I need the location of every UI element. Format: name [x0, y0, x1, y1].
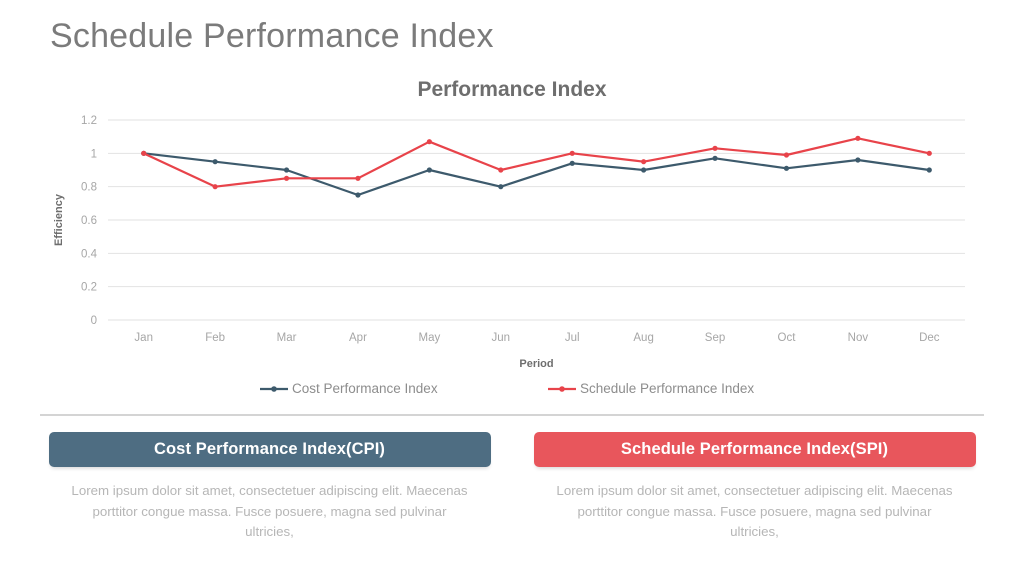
page-title: Schedule Performance Index	[50, 17, 494, 55]
data-point	[712, 155, 718, 161]
cpi-pill-button[interactable]: Cost Performance Index(CPI)	[48, 432, 491, 467]
x-tick-label: Oct	[778, 332, 797, 344]
y-tick-label: 0.6	[81, 215, 97, 227]
column-cpi: Cost Performance Index(CPI) Lorem ipsum …	[48, 432, 491, 543]
data-point	[498, 184, 504, 190]
performance-index-line-chart: 0 0.2 0.4 0.6 0.8 1 1.2 Jan Feb Mar Apr May Jun Jul A…	[53, 115, 965, 396]
x-tick-label: May	[419, 332, 441, 344]
y-tick-label: 1	[91, 148, 97, 160]
y-axis-ticks: 0 0.2 0.4 0.6 0.8 1 1.2	[81, 115, 98, 327]
x-tick-label: Jul	[565, 332, 580, 344]
data-point	[783, 165, 790, 171]
x-axis-ticks: Jan Feb Mar Apr May Jun Jul Aug Sep Oct Nov Dec	[134, 332, 939, 344]
data-point	[212, 159, 218, 165]
legend-swatch-marker	[271, 386, 277, 392]
chart-container: Performance Index 0 0.2 0.4 0.6 0.8 1 1.2 Jan F…	[0, 70, 1024, 405]
y-axis-title: Efficiency	[53, 193, 65, 246]
x-tick-label: Dec	[919, 332, 940, 344]
y-tick-label: 0.2	[81, 282, 97, 294]
x-axis-title: Period	[519, 358, 553, 370]
chart-legend: Cost Performance Index Schedule Performan…	[260, 381, 754, 396]
x-tick-label: Nov	[848, 332, 869, 344]
data-point	[926, 150, 932, 156]
y-tick-label: 1.2	[81, 115, 97, 127]
data-point	[783, 152, 790, 158]
data-point	[426, 167, 432, 173]
data-point	[355, 192, 361, 198]
x-tick-label: Mar	[277, 332, 297, 344]
data-point	[283, 175, 290, 181]
chart-gridlines	[108, 119, 965, 321]
section-divider	[40, 414, 984, 416]
series-line-0	[142, 152, 931, 197]
spi-description: Lorem ipsum dolor sit amet, consectetuer…	[556, 483, 953, 540]
data-point	[569, 150, 575, 156]
y-tick-label: 0	[91, 315, 97, 327]
x-tick-label: Jan	[134, 332, 153, 344]
column-spi: Schedule Performance Index(SPI) Lorem ip…	[533, 432, 976, 543]
data-point	[641, 167, 647, 173]
data-point	[641, 159, 647, 165]
data-point	[283, 167, 290, 173]
x-tick-label: Apr	[349, 332, 367, 344]
x-tick-label: Sep	[705, 332, 725, 344]
y-tick-label: 0.8	[81, 182, 97, 194]
data-point	[712, 145, 718, 151]
data-point	[141, 150, 147, 156]
data-point	[355, 175, 361, 181]
data-point	[426, 139, 432, 145]
legend-swatch-marker	[559, 386, 565, 392]
summary-columns: Cost Performance Index(CPI) Lorem ipsum …	[0, 432, 1024, 543]
series-line-1	[142, 137, 931, 188]
data-point	[212, 184, 218, 190]
chart-series	[141, 135, 932, 198]
y-tick-label: 0.4	[81, 248, 98, 260]
spi-pill-button[interactable]: Schedule Performance Index(SPI)	[533, 432, 976, 467]
data-point	[569, 160, 575, 166]
x-tick-label: Feb	[205, 332, 225, 344]
data-point	[498, 167, 504, 173]
legend-label: Cost Performance Index	[292, 381, 438, 396]
data-point	[855, 157, 861, 163]
x-tick-label: Jun	[492, 332, 511, 344]
legend-label: Schedule Performance Index	[580, 381, 754, 396]
x-tick-label: Aug	[633, 332, 653, 344]
data-point	[855, 135, 861, 141]
data-point	[926, 167, 932, 173]
cpi-description: Lorem ipsum dolor sit amet, consectetuer…	[71, 483, 468, 540]
